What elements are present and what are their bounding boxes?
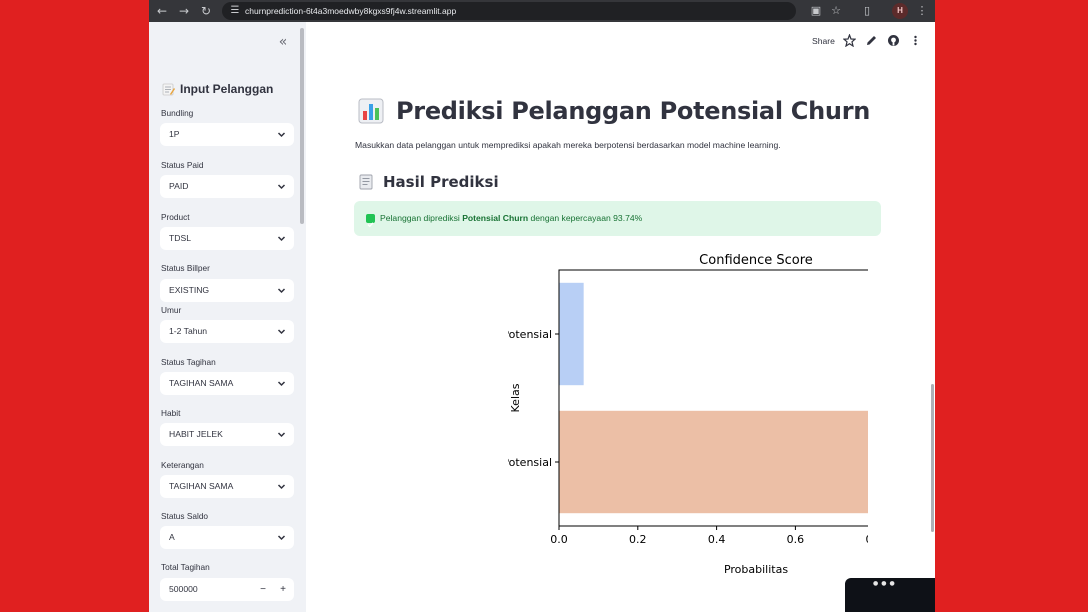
status-saldo-select[interactable]: A: [160, 526, 294, 549]
y-tick-label: Tidak Potensial: [508, 328, 552, 341]
manage-app-button[interactable]: ●●●: [845, 578, 935, 612]
success-highlight: Potensial Churn: [462, 213, 529, 223]
page-title: Prediksi Pelanggan Potensial Churn: [358, 94, 870, 128]
chevron-down-icon: [277, 432, 286, 438]
chevron-down-icon: [277, 132, 286, 138]
share-button[interactable]: Share: [812, 36, 835, 46]
main-scrollbar[interactable]: [931, 384, 934, 532]
chevron-down-icon: [277, 381, 286, 387]
status-paid-value: PAID: [169, 181, 189, 191]
github-icon[interactable]: [887, 34, 900, 47]
success-alert: Pelanggan diprediksi Potensial Churn den…: [354, 201, 881, 236]
status-tagihan-select[interactable]: TAGIHAN SAMA: [160, 372, 294, 395]
chevron-down-icon: [277, 236, 286, 242]
keterangan-select[interactable]: TAGIHAN SAMA: [160, 475, 294, 498]
memo-icon: [162, 83, 175, 95]
confidence-chart: Confidence Score Tidak Potensial Potensia…: [508, 253, 868, 576]
sidebar-title: Input Pelanggan: [180, 82, 274, 96]
manage-app-dots: ●●●: [873, 580, 898, 587]
browser-menu-icon[interactable]: ⋮: [913, 2, 931, 20]
receipt-icon: [359, 174, 373, 190]
site-info-icon[interactable]: ☰: [228, 4, 242, 18]
y-tick-label: Potensial: [508, 456, 552, 469]
umur-value: 1-2 Tahun: [169, 326, 208, 336]
total-tagihan-label: Total Tagihan: [161, 562, 210, 572]
more-options-icon[interactable]: [909, 34, 922, 47]
bookmark-star-icon[interactable]: ☆: [827, 2, 845, 20]
x-tick-label: 0.8: [865, 533, 868, 546]
url-text: churnprediction-6t4a3moedwby8kgxs9fj4w.s…: [245, 6, 457, 16]
success-prefix: Pelanggan diprediksi: [380, 213, 463, 223]
extensions-icon[interactable]: ▯: [858, 2, 876, 20]
keterangan-label: Keterangan: [161, 460, 204, 470]
x-tick-label: 0.0: [550, 533, 568, 546]
browser-toolbar: ← → ↻ ☰ churnprediction-6t4a3moedwby8kgx…: [149, 0, 935, 22]
success-suffix: dengan kepercayaan 93.74%: [528, 213, 643, 223]
sidebar-scrollbar[interactable]: [300, 28, 304, 224]
status-tagihan-value: TAGIHAN SAMA: [169, 378, 234, 388]
bundling-value: 1P: [169, 129, 180, 139]
habit-select[interactable]: HABIT JELEK: [160, 423, 294, 446]
bar-tidak-potensial: [559, 282, 584, 386]
success-text: Pelanggan diprediksi Potensial Churn den…: [380, 201, 642, 236]
habit-value: HABIT JELEK: [169, 429, 223, 439]
increment-button[interactable]: +: [276, 578, 290, 601]
x-tick-label: 0.2: [629, 533, 647, 546]
keterangan-value: TAGIHAN SAMA: [169, 481, 234, 491]
profile-avatar[interactable]: H: [892, 3, 908, 19]
bar-potensial: [559, 410, 868, 514]
umur-select[interactable]: 1-2 Tahun: [160, 320, 294, 343]
status-billper-label: Status Billper: [161, 263, 210, 273]
total-tagihan-value: 500000: [169, 584, 198, 594]
decrement-button[interactable]: −: [256, 578, 270, 601]
result-heading: Hasil Prediksi: [358, 172, 499, 192]
status-paid-label: Status Paid: [161, 160, 204, 170]
main-content: Share Prediksi Pelanggan Potensial Churn: [306, 22, 935, 612]
status-billper-value: EXISTING: [169, 285, 210, 295]
x-axis-label: Probabilitas: [724, 563, 788, 576]
bundling-select[interactable]: 1P: [160, 123, 294, 146]
total-tagihan-input[interactable]: 500000 − +: [160, 578, 294, 601]
chevron-down-icon: [277, 484, 286, 490]
result-heading-text: Hasil Prediksi: [383, 173, 499, 191]
product-select[interactable]: TDSL: [160, 227, 294, 250]
bar-chart-icon: [358, 98, 384, 124]
x-tick-label: 0.6: [787, 533, 805, 546]
chevron-down-icon: [277, 329, 286, 335]
back-icon[interactable]: ←: [153, 2, 171, 20]
status-tagihan-label: Status Tagihan: [161, 357, 216, 367]
y-axis-label: Kelas: [509, 383, 522, 412]
product-value: TDSL: [169, 233, 191, 243]
page-description: Masukkan data pelanggan untuk memprediks…: [355, 140, 781, 150]
sidebar: « Input Pelanggan Bundling 1P Status Pai…: [149, 22, 306, 612]
status-paid-select[interactable]: PAID: [160, 175, 294, 198]
forward-icon[interactable]: →: [175, 2, 193, 20]
chevron-down-icon: [277, 535, 286, 541]
edit-pencil-icon[interactable]: [865, 34, 878, 47]
browser-window: ← → ↻ ☰ churnprediction-6t4a3moedwby8kgx…: [149, 0, 935, 612]
install-app-icon[interactable]: ▣: [807, 2, 825, 20]
bundling-label: Bundling: [161, 108, 194, 118]
chevron-down-icon: [277, 288, 286, 294]
x-tick-label: 0.4: [708, 533, 726, 546]
habit-label: Habit: [161, 408, 181, 418]
address-bar[interactable]: ☰ churnprediction-6t4a3moedwby8kgxs9fj4w…: [222, 2, 796, 20]
collapse-sidebar-icon[interactable]: «: [275, 34, 291, 50]
page-title-text: Prediksi Pelanggan Potensial Churn: [396, 97, 871, 125]
chevron-down-icon: [277, 184, 286, 190]
star-icon[interactable]: [843, 34, 856, 47]
check-icon: [366, 214, 375, 228]
status-saldo-value: A: [169, 532, 175, 542]
status-saldo-label: Status Saldo: [161, 511, 209, 521]
sidebar-heading: Input Pelanggan: [162, 80, 273, 98]
chart-title: Confidence Score: [699, 253, 813, 268]
reload-icon[interactable]: ↻: [197, 2, 215, 20]
product-label: Product: [161, 212, 190, 222]
umur-label: Umur: [161, 305, 182, 315]
status-billper-select[interactable]: EXISTING: [160, 279, 294, 302]
